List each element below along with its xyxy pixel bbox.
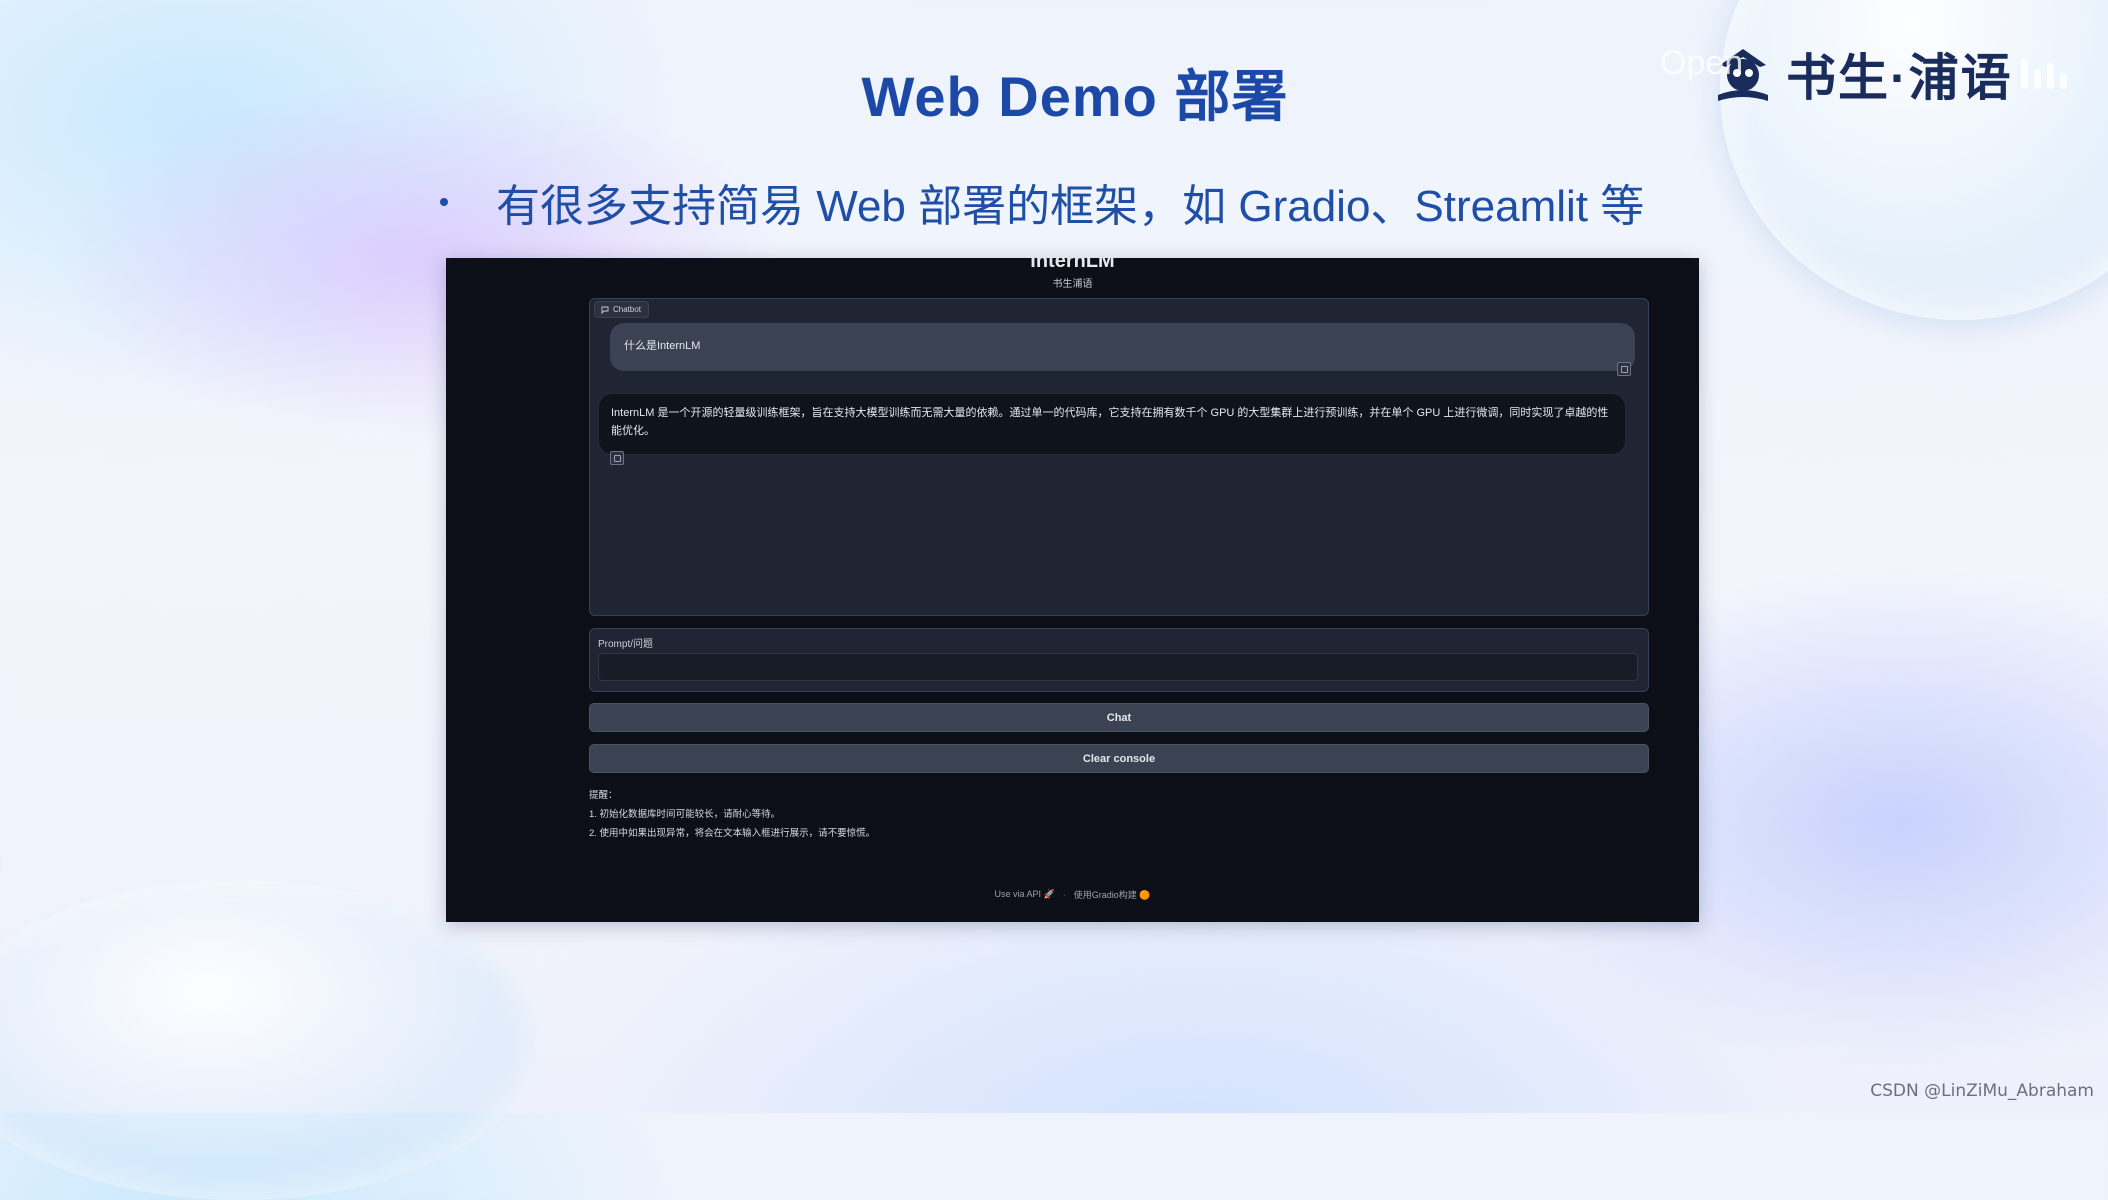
note-item: 1. 初始化数据库时间可能较长，请耐心等待。 <box>589 809 781 820</box>
chatbot-panel: Chatbot 什么是InternLM InternLM 是一个开源的轻量级训练… <box>589 298 1649 616</box>
user-message: 什么是InternLM <box>610 323 1635 371</box>
prompt-panel: Prompt/问题 <box>589 628 1649 692</box>
note-item: 2. 使用中如果出现异常，将会在文本输入框进行展示，请不要惊慌。 <box>589 828 876 839</box>
app-subtitle: 书生浦语 <box>1052 279 1093 290</box>
clear-console-button[interactable]: Clear console <box>589 744 1649 773</box>
copy-icon[interactable] <box>610 451 624 465</box>
gradio-demo-screenshot: InternLM 书生浦语 Chatbot 什么是InternLM Intern… <box>446 258 1699 922</box>
notes-title: 提醒： <box>589 790 618 801</box>
prompt-input[interactable] <box>598 653 1638 681</box>
app-title: InternLM <box>1030 258 1115 272</box>
notes-block: 提醒： 1. 初始化数据库时间可能较长，请耐心等待。 2. 使用中如果出现异常，… <box>589 786 875 843</box>
chatbot-label-text: Chatbot <box>613 305 642 314</box>
slide-bullet: 有很多支持简易 Web 部署的框架，如 Gradio、Streamlit 等 <box>440 170 1644 234</box>
decor-bubble-bottom-left <box>0 880 540 1200</box>
logo-text: 书生·浦语 <box>1786 50 2013 106</box>
brand-logo: Open 书生·浦语 <box>1660 34 2067 114</box>
logo-faint-text: Open <box>1660 44 1744 82</box>
csdn-watermark: CSDN @LinZiMu_Abraham <box>1870 1081 2094 1101</box>
use-via-api-text: Use via API <box>994 889 1042 899</box>
chat-bubble-icon <box>601 306 609 314</box>
built-with-gradio-text: 使用Gradio构建 <box>1073 890 1137 900</box>
logo-bars-decor <box>2020 59 2067 89</box>
built-with-gradio-link[interactable]: 使用Gradio构建 🟠 <box>1074 888 1151 901</box>
bullet-dot <box>440 198 448 206</box>
rocket-icon: 🚀 <box>1043 889 1055 899</box>
prompt-label: Prompt/问题 <box>598 639 654 650</box>
copy-icon[interactable] <box>1617 362 1631 376</box>
chat-button[interactable]: Chat <box>589 703 1649 732</box>
gradio-logo-icon: 🟠 <box>1139 890 1151 900</box>
chatbot-label: Chatbot <box>594 301 650 318</box>
gradio-footer: Use via API 🚀 · 使用Gradio构建 🟠 <box>446 888 1699 901</box>
bullet-text: 有很多支持简易 Web 部署的框架，如 Gradio、Streamlit 等 <box>496 182 1645 231</box>
bot-message: InternLM 是一个开源的轻量级训练框架，旨在支持大模型训练而无需大量的依赖… <box>598 393 1626 455</box>
use-via-api-link[interactable]: Use via API 🚀 <box>994 889 1054 900</box>
footer-separator: · <box>1062 889 1066 900</box>
